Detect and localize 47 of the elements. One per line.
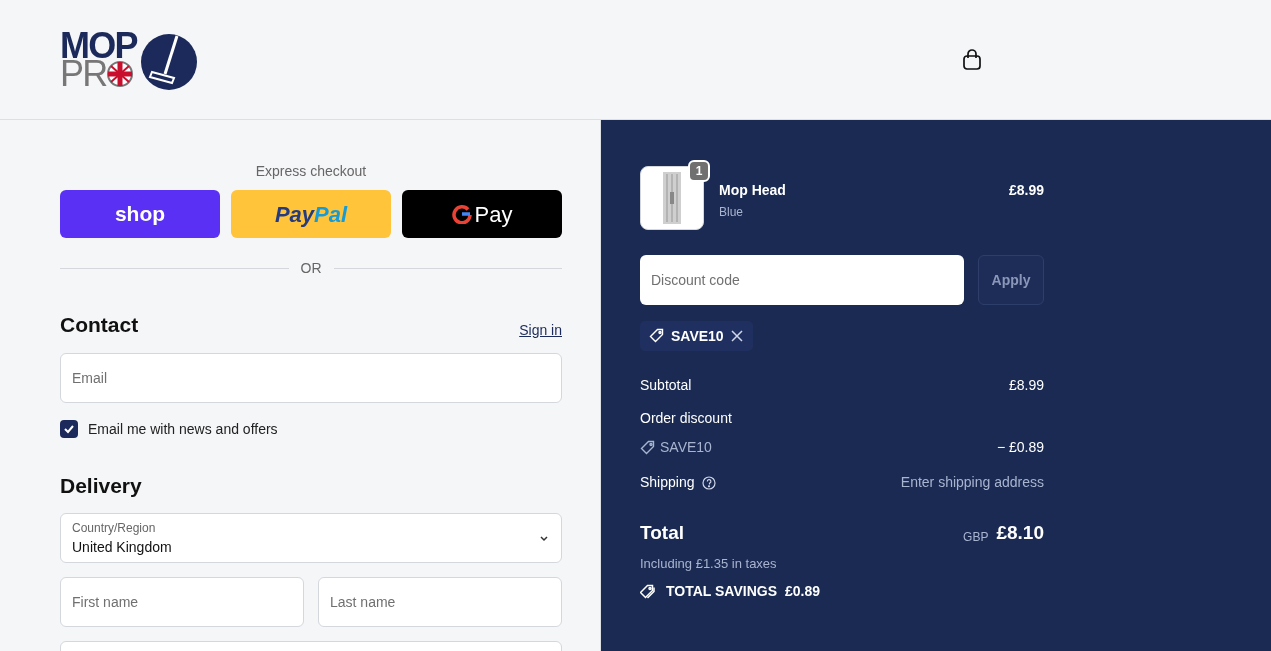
section-heading: Delivery — [60, 472, 143, 499]
country-select[interactable]: Country/Region United Kingdom — [60, 513, 562, 563]
sign-in-link[interactable]: Sign in — [519, 319, 562, 341]
tags-icon — [640, 583, 658, 600]
logo-text: MOP — [60, 31, 137, 60]
taxes-note: Including £1.35 in taxes — [640, 554, 778, 573]
checkbox[interactable] — [60, 420, 78, 438]
tag-icon — [649, 328, 665, 344]
close-icon[interactable] — [729, 329, 744, 343]
apply-button[interactable]: Apply — [978, 255, 1044, 305]
summary-value: Enter shipping address — [900, 473, 1044, 492]
summary-label: Subtotal — [640, 376, 692, 395]
savings-value: £0.89 — [785, 582, 821, 601]
help-icon[interactable] — [701, 475, 716, 490]
summary-value: − £0.89 — [996, 438, 1044, 457]
google-pay-button[interactable]: Pay — [402, 190, 562, 238]
shopping-bag-icon[interactable] — [962, 48, 982, 71]
flag-icon — [107, 60, 134, 87]
savings-label: TOTAL SAVINGS — [666, 582, 777, 601]
logo[interactable]: MOP PR — [60, 27, 197, 92]
currency-code: GBP — [963, 528, 989, 546]
product-price: £8.99 — [1008, 181, 1044, 200]
quantity-badge: 1 — [688, 160, 710, 182]
discount-tag: SAVE10 — [640, 321, 753, 351]
divider-label: OR — [300, 259, 322, 278]
product-variant: Blue — [719, 204, 745, 221]
product-name: Mop Head — [719, 181, 787, 200]
section-label: Express checkout — [254, 162, 368, 181]
mop-icon — [138, 31, 197, 92]
name-field[interactable]: Last name — [318, 577, 562, 627]
checkbox-label: Email me with news and offers — [88, 419, 278, 439]
email-field[interactable]: Email — [60, 352, 562, 403]
section-heading: Contact — [60, 312, 139, 338]
logo-text: PR — [60, 59, 107, 88]
total-label: Total — [640, 521, 684, 545]
google-icon — [451, 204, 472, 224]
discount-code-field[interactable]: Discount code — [640, 255, 964, 305]
total-value: £8.10 — [996, 521, 1044, 545]
name-field[interactable]: First name — [60, 577, 304, 627]
discount-code: SAVE10 — [640, 437, 712, 458]
summary-label: Shipping — [640, 473, 695, 492]
checkmark-icon — [63, 423, 75, 435]
summary-label: Order discount — [640, 409, 733, 428]
paypal-button[interactable]: PayPal — [231, 190, 391, 238]
tag-icon — [640, 439, 656, 456]
summary-value: £8.99 — [1008, 376, 1044, 395]
shop-pay-button[interactable]: shop — [60, 190, 220, 238]
